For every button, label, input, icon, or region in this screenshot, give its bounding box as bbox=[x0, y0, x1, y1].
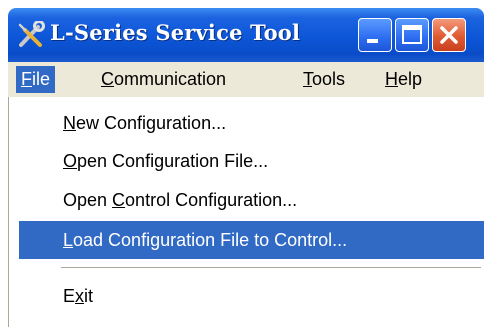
close-button[interactable] bbox=[432, 18, 466, 52]
menu-item-open-control-configuration[interactable]: Open Control Configuration... bbox=[19, 181, 484, 219]
window-title: L-Series Service Tool bbox=[50, 20, 301, 45]
minimize-icon bbox=[367, 39, 378, 43]
app-window: L-Series Service Tool File Communication… bbox=[8, 8, 484, 327]
menu-item-open-configuration-file[interactable]: Open Configuration File... bbox=[19, 142, 484, 180]
title-bar[interactable]: L-Series Service Tool bbox=[8, 8, 484, 62]
file-menu-dropdown: New Configuration... Open Configuration … bbox=[8, 97, 484, 327]
menu-item-new-configuration[interactable]: New Configuration... bbox=[19, 104, 484, 142]
menu-file[interactable]: File bbox=[16, 66, 56, 93]
menu-item-load-configuration-file-to-control[interactable]: Load Configuration File to Control... bbox=[19, 221, 484, 259]
tools-icon bbox=[16, 20, 46, 49]
menu-communication[interactable]: Communication bbox=[96, 66, 231, 93]
minimize-button[interactable] bbox=[358, 18, 392, 52]
menu-bar: File Communication Tools Help bbox=[8, 62, 484, 97]
menu-help[interactable]: Help bbox=[380, 66, 427, 93]
maximize-icon bbox=[402, 25, 422, 44]
menu-item-exit[interactable]: Exit bbox=[19, 277, 484, 315]
menu-separator bbox=[61, 267, 481, 269]
maximize-button[interactable] bbox=[395, 18, 429, 52]
close-icon bbox=[440, 26, 458, 44]
menu-tools[interactable]: Tools bbox=[298, 66, 350, 93]
